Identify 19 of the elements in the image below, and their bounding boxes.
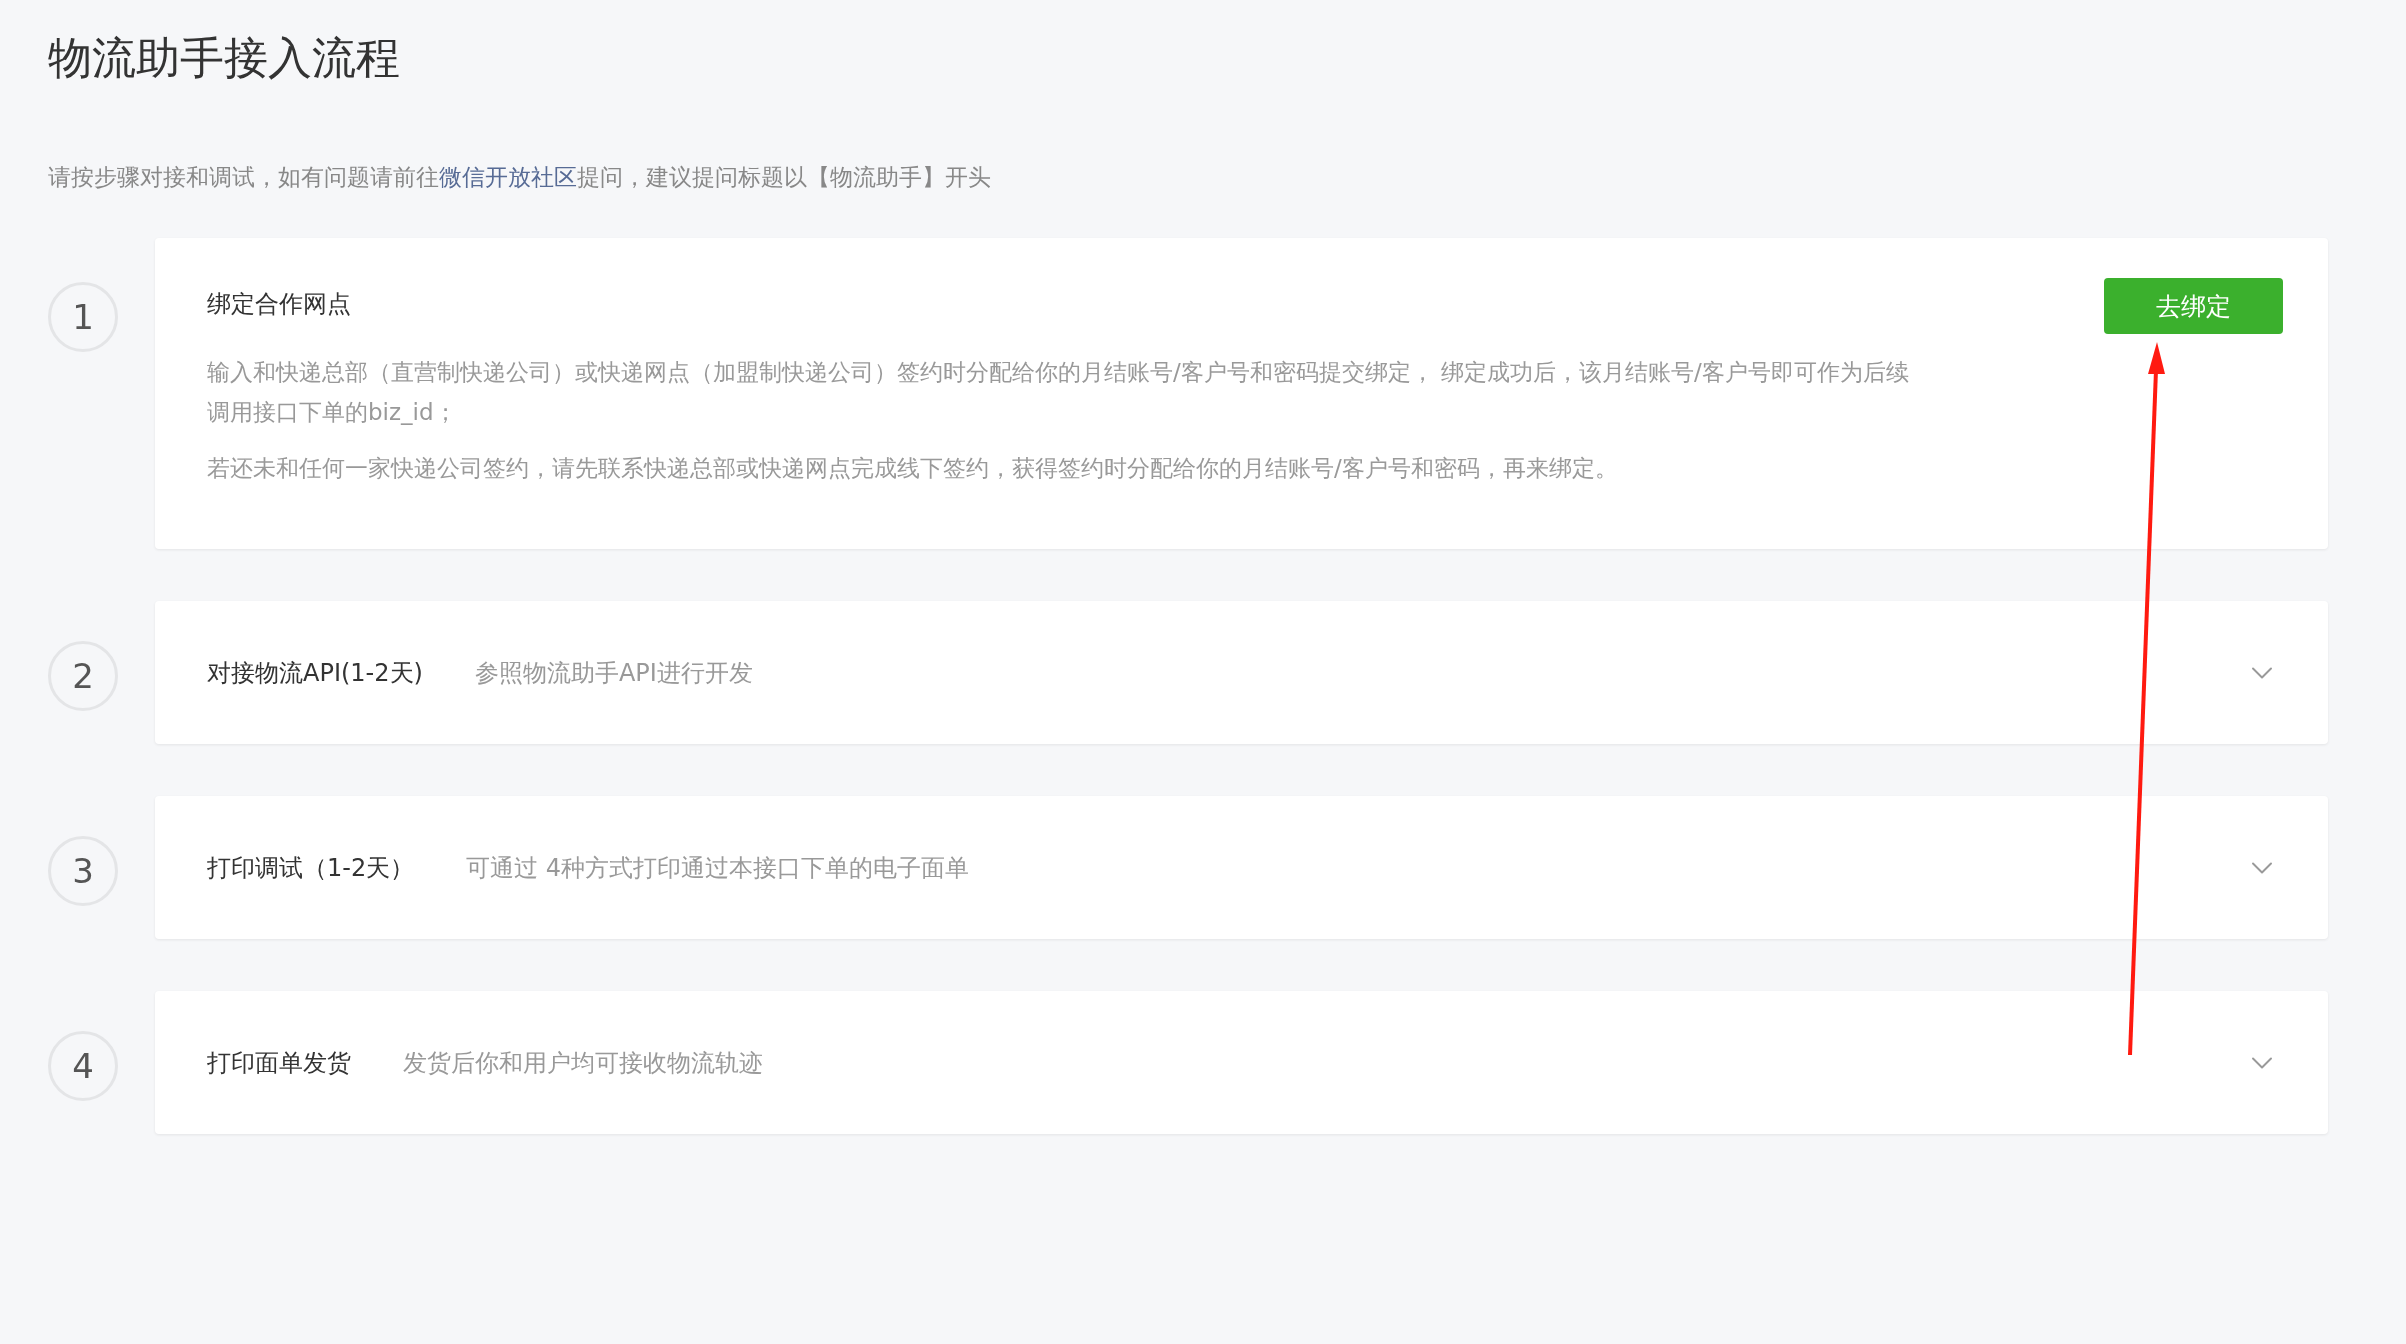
intro-text: 请按步骤对接和调试，如有问题请前往微信开放社区提问，建议提问标题以【物流助手】开头: [48, 163, 992, 192]
page-title: 物流助手接入流程: [48, 31, 401, 85]
step-title: 打印面单发货: [207, 1047, 351, 1079]
step-number: 2: [48, 641, 118, 711]
step-summary: 可通过 4种方式打印通过本接口下单的电子面单: [466, 852, 971, 884]
community-link[interactable]: 微信开放社区: [439, 164, 577, 190]
step-card[interactable]: 对接物流API(1-2天) 参照物流助手API进行开发: [155, 601, 2328, 744]
step-card[interactable]: 打印面单发货 发货后你和用户均可接收物流轨迹: [155, 991, 2328, 1134]
step-summary: 发货后你和用户均可接收物流轨迹: [403, 1047, 764, 1079]
step-title: 绑定合作网点: [207, 289, 351, 320]
step-description: 输入和快递总部（直营制快递公司）或快递网点（加盟制快递公司）签约时分配给你的月结账号/客户号和密码提交绑定， 绑定成功后，该月结账号/客户号即可作为后续调用接口下单的biz_id；: [207, 358, 1910, 427]
step-description: 若还未和任何一家快递公司签约，请先联系快递总部或快递网点完成线下签约，获得签约时分配给你的月结账号/客户号和密码，再来绑定。: [207, 454, 1619, 483]
step-title: 对接物流API(1-2天): [207, 657, 423, 689]
step-number: 3: [48, 836, 118, 906]
step-summary: 参照物流助手API进行开发: [474, 657, 754, 689]
step-number: 1: [48, 282, 118, 352]
step-number: 4: [48, 1031, 118, 1101]
step-title: 打印调试（1-2天）: [207, 852, 415, 884]
step-card[interactable]: 打印调试（1-2天） 可通过 4种方式打印通过本接口下单的电子面单: [155, 796, 2328, 939]
